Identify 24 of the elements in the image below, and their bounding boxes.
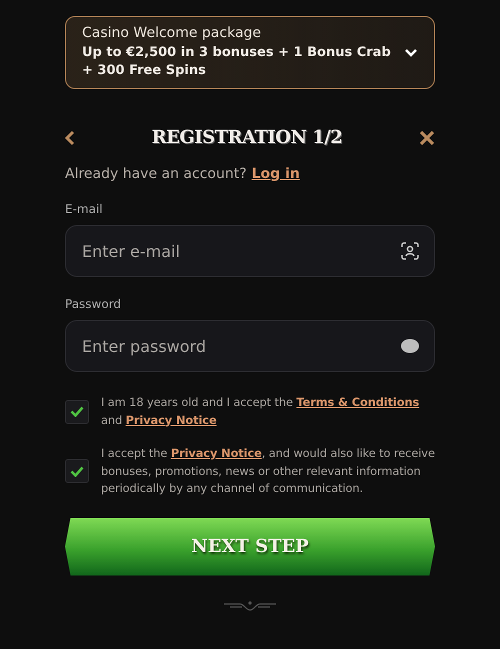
consent-text: I am 18 years old and I accept the Terms & Conditions and Privacy Notice (101, 394, 420, 428)
password-field[interactable]: Enter password (65, 320, 435, 372)
check-icon (70, 466, 84, 477)
login-prompt: Already have an account? (65, 166, 247, 182)
promo-banner[interactable]: Casino Welcome package Up to €2,500 in 3 bonuses + 1 Bonus Crab + 300 Free Spins (65, 16, 435, 89)
field-label: Password (65, 297, 122, 311)
ornament-icon (222, 600, 278, 612)
promo-offer: Up to €2,500 in 3 bonuses + 1 Bonus Crab + 300 Free Spins (82, 44, 392, 80)
close-icon[interactable] (419, 130, 435, 146)
field-label: E-mail (65, 202, 104, 216)
consent-link[interactable]: Terms & Conditions (296, 395, 420, 409)
checkbox[interactable] (65, 400, 89, 424)
login-link[interactable]: Log in (252, 166, 300, 182)
checkbox[interactable] (65, 459, 89, 484)
chevron-icon[interactable] (404, 48, 418, 58)
email-field[interactable]: Enter e-mail (65, 225, 435, 277)
promo-title: Casino Welcome package (82, 25, 262, 41)
back-icon[interactable] (65, 130, 75, 146)
consent-link[interactable]: Privacy Notice (126, 412, 217, 426)
user-scan-icon[interactable] (401, 242, 419, 260)
page-title: REGISTRATION 1/2 (152, 127, 342, 148)
consent-link[interactable]: Privacy Notice (170, 446, 262, 460)
consent-text: I accept the Privacy Notice, and would also like to receive bonuses, promotions, news or other relevant information periodically by any channel of communication. (101, 445, 435, 497)
check-icon (70, 406, 84, 417)
